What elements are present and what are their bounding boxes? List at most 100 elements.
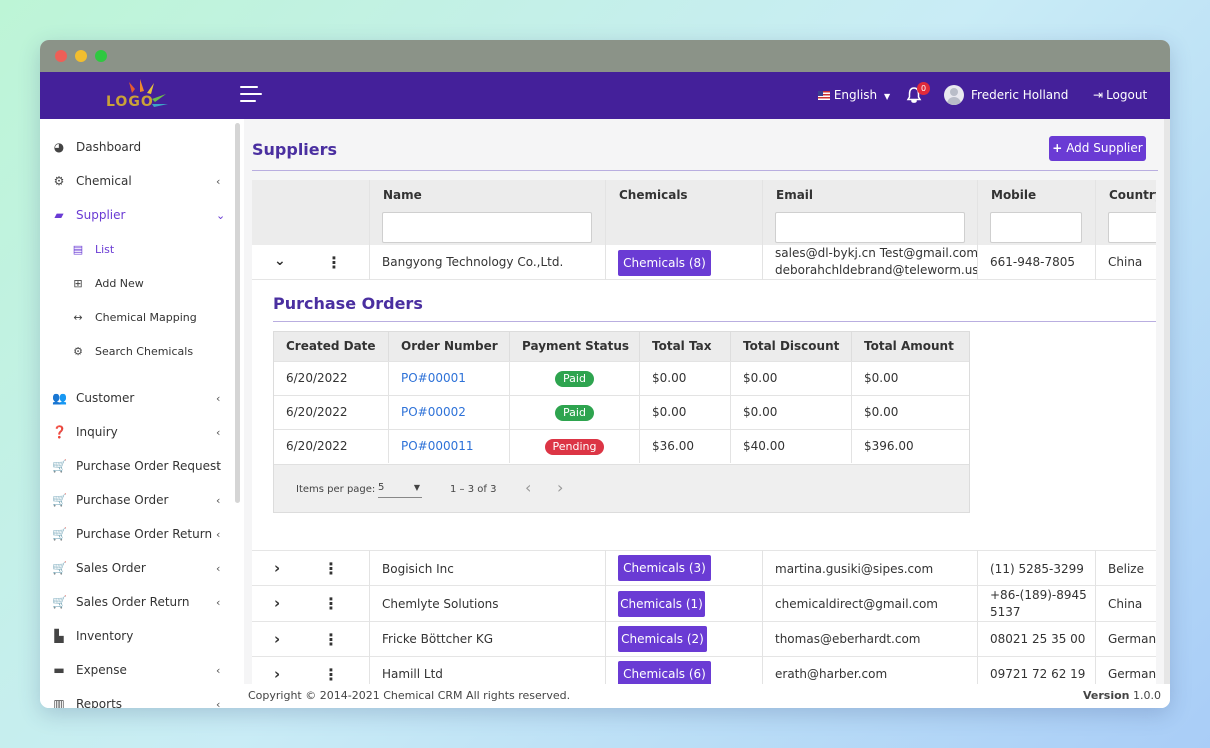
sidebar-subitem-list[interactable]: ▤ List bbox=[71, 243, 114, 256]
items-per-page-select[interactable]: 5 ▼ bbox=[378, 482, 422, 498]
previous-page-icon[interactable]: ‹ bbox=[525, 478, 531, 497]
main-scrollbar[interactable] bbox=[1164, 119, 1170, 684]
purchase-orders-divider bbox=[273, 321, 1156, 322]
supplier-email: martina.gusiki@sipes.com bbox=[775, 562, 934, 576]
sidebar-item-inventory[interactable]: ▙ Inventory bbox=[52, 629, 133, 643]
col-divider bbox=[369, 180, 370, 280]
col-divider bbox=[977, 180, 978, 280]
sidebar-item-purchase-order[interactable]: 🛒 Purchase Order bbox=[52, 493, 168, 507]
column-header-created-date[interactable]: Created Date bbox=[274, 332, 389, 361]
chevron-left-icon: ‹ bbox=[216, 528, 221, 541]
row-actions-menu-icon[interactable]: ⋮ bbox=[323, 665, 339, 684]
sidebar-subitem-chemical-mapping[interactable]: ↔ Chemical Mapping bbox=[71, 311, 196, 324]
total-discount: $0.00 bbox=[731, 396, 852, 429]
supplier-country: German bbox=[1108, 632, 1156, 646]
next-page-icon[interactable]: › bbox=[557, 478, 563, 497]
order-number-link[interactable]: PO#000011 bbox=[389, 430, 510, 463]
avatar[interactable] bbox=[944, 85, 964, 105]
filter-country-input[interactable] bbox=[1108, 212, 1156, 243]
sidebar-item-dashboard[interactable]: ◕ Dashboard bbox=[52, 140, 141, 154]
row-actions-menu-icon[interactable]: ⋮ bbox=[323, 559, 339, 578]
caret-down-icon: ▼ bbox=[884, 92, 891, 101]
cart-icon: 🛒 bbox=[52, 527, 67, 541]
paginator: Items per page: 5 ▼ 1 – 3 of 3 ‹ › bbox=[274, 464, 969, 512]
sidebar-item-chemical[interactable]: ⚙ Chemical bbox=[52, 174, 132, 188]
sidebar-item-purchase-order-return[interactable]: 🛒 Purchase Order Return bbox=[52, 527, 212, 541]
order-number-link[interactable]: PO#00001 bbox=[389, 362, 510, 395]
filter-email-input[interactable] bbox=[775, 212, 965, 243]
column-header-email[interactable]: Email bbox=[762, 180, 977, 211]
column-header-country[interactable]: Country bbox=[1095, 180, 1156, 211]
supplier-name: Bangyong Technology Co.,Ltd. bbox=[382, 255, 564, 269]
chevron-left-icon: ‹ bbox=[216, 494, 221, 507]
chevron-left-icon: ‹ bbox=[216, 460, 221, 473]
logout-icon: ⇥ bbox=[1093, 88, 1104, 102]
add-supplier-button[interactable]: + Add Supplier bbox=[1049, 136, 1146, 161]
expand-chevron-icon[interactable]: › bbox=[274, 559, 280, 577]
page-title: Suppliers bbox=[252, 140, 338, 159]
column-header-payment-status[interactable]: Payment Status bbox=[510, 332, 640, 361]
chevron-left-icon: ‹ bbox=[216, 562, 221, 575]
language-dropdown[interactable]: English ▼ bbox=[818, 88, 890, 102]
supplier-email: chemicaldirect@gmail.com bbox=[775, 597, 938, 611]
copyright-text: Copyright © 2014-2021 Chemical CRM All r… bbox=[248, 689, 571, 702]
column-header-name[interactable]: Name bbox=[369, 180, 605, 211]
chevron-down-icon: ⌄ bbox=[216, 209, 226, 222]
column-header-chemicals[interactable]: Chemicals bbox=[605, 180, 762, 211]
status-badge: Paid bbox=[555, 371, 594, 387]
sidebar-scrollbar[interactable] bbox=[235, 123, 240, 503]
maximize-window-button[interactable] bbox=[95, 50, 107, 62]
logout-button[interactable]: ⇥ Logout bbox=[1093, 88, 1147, 102]
table-row[interactable]: › ⋮ Fricke Böttcher KG Chemicals (2) tho… bbox=[252, 622, 1156, 657]
row-actions-menu-icon[interactable]: ⋮ bbox=[323, 594, 339, 613]
supplier-country: Belize bbox=[1108, 562, 1144, 576]
sidebar-item-reports[interactable]: ▥ Reports bbox=[52, 697, 122, 708]
chemicals-button[interactable]: Chemicals (8) bbox=[618, 250, 711, 276]
filter-name-input[interactable] bbox=[382, 212, 592, 243]
sidebar-item-sales-order[interactable]: 🛒 Sales Order bbox=[52, 561, 146, 575]
collapse-chevron-icon[interactable]: ⌄ bbox=[274, 253, 286, 269]
column-header-order-number[interactable]: Order Number bbox=[389, 332, 510, 361]
expand-chevron-icon[interactable]: › bbox=[274, 665, 280, 683]
chart-icon: ▥ bbox=[53, 697, 65, 708]
supplier-name: Bogisich Inc bbox=[382, 562, 454, 576]
chemicals-button[interactable]: Chemicals (1) bbox=[618, 591, 705, 617]
total-tax: $0.00 bbox=[640, 362, 731, 395]
col-divider bbox=[1095, 180, 1096, 280]
chemicals-button[interactable]: Chemicals (3) bbox=[618, 555, 711, 581]
filter-mobile-input[interactable] bbox=[990, 212, 1082, 243]
sidebar-subitem-search-chemicals[interactable]: ⚙ Search Chemicals bbox=[71, 345, 193, 358]
column-header-total-tax[interactable]: Total Tax bbox=[640, 332, 731, 361]
top-navbar: LOGO English ▼ 0 Frederic Holland ⇥ Logou… bbox=[40, 72, 1170, 119]
column-header-total-amount[interactable]: Total Amount bbox=[852, 332, 969, 361]
chemicals-button[interactable]: Chemicals (2) bbox=[618, 626, 707, 652]
sidebar-item-purchase-order-request[interactable]: 🛒 Purchase Order Request bbox=[52, 459, 221, 473]
menu-toggle-icon[interactable] bbox=[240, 86, 262, 104]
sidebar-item-customer[interactable]: 👥 Customer bbox=[52, 391, 134, 405]
expand-chevron-icon[interactable]: › bbox=[274, 594, 280, 612]
arrows-icon: ↔ bbox=[73, 311, 83, 324]
table-row[interactable]: ⌄ ⋮ Bangyong Technology Co.,Ltd. Chemica… bbox=[252, 245, 1156, 280]
supplier-email: deborahchldebrand@teleworm.us bbox=[775, 263, 979, 277]
column-header-mobile[interactable]: Mobile bbox=[977, 180, 1095, 211]
expand-chevron-icon[interactable]: › bbox=[274, 630, 280, 648]
suppliers-table: Name Chemicals Email Mobile Country ⌄ ⋮ … bbox=[252, 180, 1156, 708]
close-window-button[interactable] bbox=[55, 50, 67, 62]
sidebar-subitem-add-new[interactable]: ⊞ Add New bbox=[71, 277, 143, 290]
sidebar-item-inquiry[interactable]: ❓ Inquiry bbox=[52, 425, 118, 439]
notification-bell-icon[interactable]: 0 bbox=[906, 82, 930, 104]
table-row[interactable]: › ⋮ Chemlyte Solutions Chemicals (1) che… bbox=[252, 586, 1156, 622]
sidebar-item-supplier[interactable]: ▰ Supplier bbox=[52, 208, 125, 222]
table-row[interactable]: › ⋮ Bogisich Inc Chemicals (3) martina.g… bbox=[252, 550, 1156, 586]
minimize-window-button[interactable] bbox=[75, 50, 87, 62]
row-actions-menu-icon[interactable]: ⋮ bbox=[326, 253, 342, 272]
row-actions-menu-icon[interactable]: ⋮ bbox=[323, 630, 339, 649]
sidebar-item-expense[interactable]: ▬ Expense bbox=[52, 663, 127, 677]
dashboard-icon: ◕ bbox=[53, 140, 65, 154]
cart-icon: 🛒 bbox=[52, 493, 67, 507]
purchase-orders-title: Purchase Orders bbox=[273, 294, 423, 313]
user-name[interactable]: Frederic Holland bbox=[971, 88, 1068, 102]
sidebar-item-sales-order-return[interactable]: 🛒 Sales Order Return bbox=[52, 595, 190, 609]
column-header-total-discount[interactable]: Total Discount bbox=[731, 332, 852, 361]
order-number-link[interactable]: PO#00002 bbox=[389, 396, 510, 429]
